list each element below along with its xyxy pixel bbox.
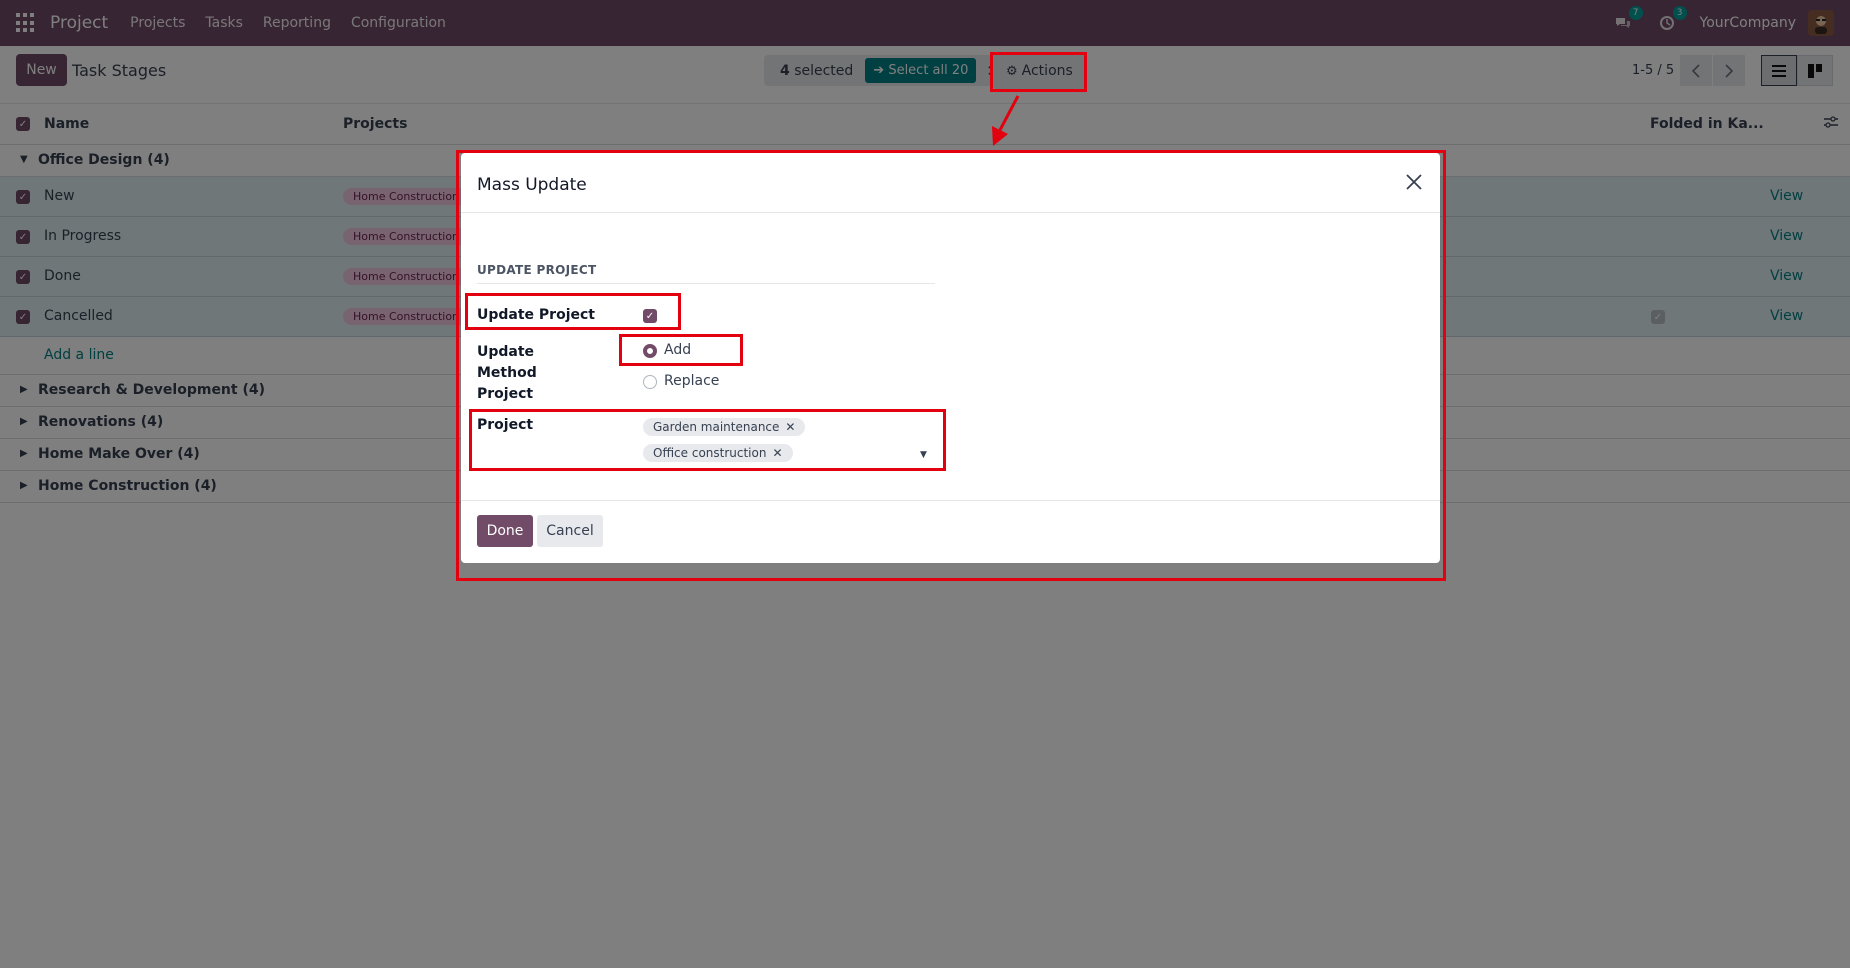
annotation-arrow-icon (992, 95, 1020, 146)
